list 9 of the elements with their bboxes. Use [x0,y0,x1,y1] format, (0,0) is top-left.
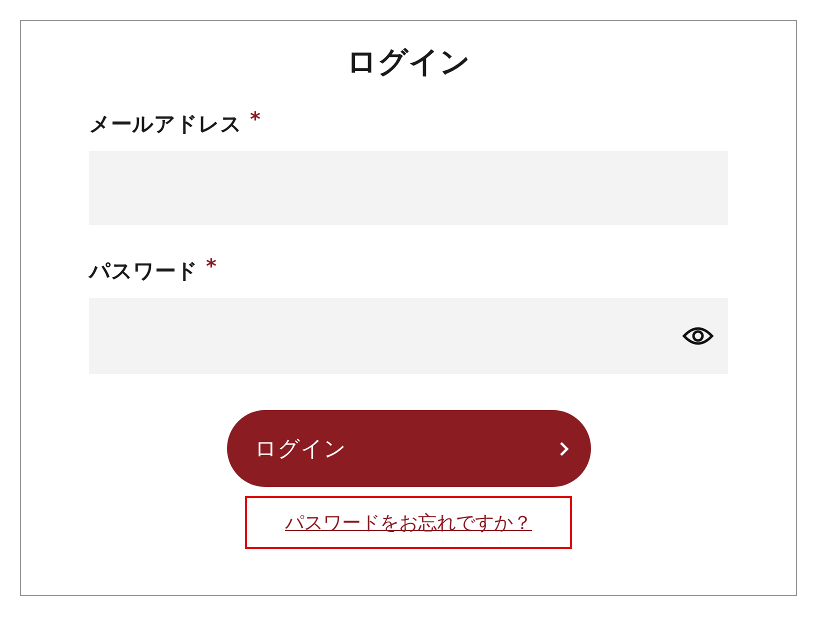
password-field[interactable] [89,298,728,374]
page-title: ログイン [346,44,470,82]
field-label: メールアドレス [89,111,242,137]
required-mark: * [250,111,260,127]
forgot-password-link[interactable]: パスワードをお忘れですか？ [285,510,532,536]
login-button[interactable]: ログイン [226,410,590,487]
field-label: パスワード [89,258,198,284]
eye-icon[interactable] [682,325,714,347]
required-mark: * [206,258,216,274]
